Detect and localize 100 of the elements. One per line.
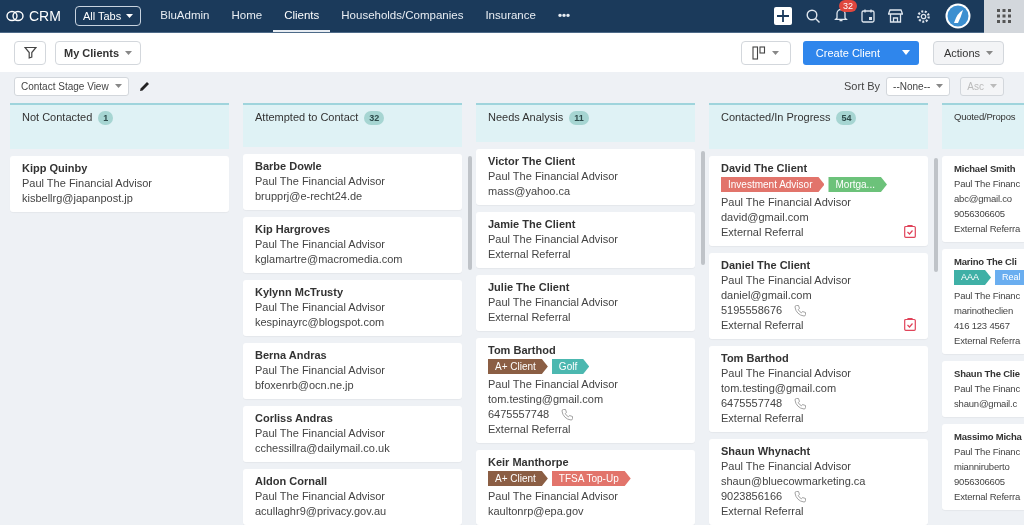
filter-icon xyxy=(23,46,37,59)
card-field: kaultonrp@epa.gov xyxy=(488,504,584,519)
client-card[interactable]: Barbe Dowle Paul The Financial Advisor brupprj@e-recht24.de xyxy=(243,154,462,210)
card-field: Paul The Financial Advisor xyxy=(488,377,619,392)
search-icon[interactable] xyxy=(806,8,821,24)
nav-tab[interactable]: Insurance xyxy=(474,0,547,32)
client-card[interactable]: Michael Smith Paul The Financ abc@gmail.co 9056306605 External Referra xyxy=(942,156,1024,242)
client-card[interactable]: Keir Manthorpe A+ Client TFSA Top-Up Paul The Financial Advisor kaultonrp@epa.gov xyxy=(476,450,695,525)
tag: AAA xyxy=(954,270,991,285)
card-field: Paul The Financial Advisor xyxy=(721,459,852,474)
actions-dropdown[interactable]: Actions xyxy=(932,40,1004,65)
client-name: Kipp Quinby xyxy=(22,161,89,176)
client-card[interactable]: Shaun The Clie Paul The Financ shaun@gmail.c xyxy=(942,361,1024,417)
task-icon[interactable] xyxy=(904,225,916,238)
apps-grid-button[interactable] xyxy=(984,0,1024,33)
scrollbar[interactable] xyxy=(934,158,938,272)
client-name: Berna Andras xyxy=(255,348,328,363)
card-field: mianniruberto xyxy=(954,459,1010,474)
client-card[interactable]: Victor The Client Paul The Financial Advisor mass@yahoo.ca xyxy=(476,149,695,205)
nav-tab[interactable]: Households/Companies xyxy=(330,0,475,32)
more-tabs-button[interactable]: ••• xyxy=(546,0,581,32)
nav-tab[interactable]: Home xyxy=(220,0,274,32)
stage-title: Contacted/In Progress xyxy=(721,110,831,125)
client-card[interactable]: Daniel The Client Paul The Financial Advisor daniel@gmail.com 5195558676 External Referral xyxy=(709,253,928,339)
card-field: Paul The Financ xyxy=(954,176,1020,191)
caret-icon xyxy=(901,50,910,55)
view-switcher-button[interactable] xyxy=(740,40,791,65)
card-field: External Referral xyxy=(488,422,571,437)
client-card[interactable]: Shaun Whynacht Paul The Financial Advisor shaun@bluecowmarketing.ca 9023856166 External Referral xyxy=(709,439,928,525)
tag: Investment Advisor xyxy=(721,177,825,192)
settings-icon[interactable] xyxy=(916,8,931,24)
sort-field-dropdown[interactable]: --None-- xyxy=(886,76,951,96)
avatar[interactable] xyxy=(945,3,971,29)
card-field: shaun@gmail.c xyxy=(954,396,1018,411)
card-field: Paul The Financial Advisor xyxy=(488,489,619,504)
card-field: External Referra xyxy=(954,333,1020,348)
nav-tab[interactable]: BluAdmin xyxy=(149,0,221,32)
stage-title: Attempted to Contact xyxy=(255,110,359,125)
scrollbar[interactable] xyxy=(701,151,705,265)
card-field: Paul The Financial Advisor xyxy=(721,273,852,288)
card-field: shaun@bluecowmarketing.ca xyxy=(721,474,866,489)
stage-count: 11 xyxy=(569,111,589,125)
sort-by-label: Sort By xyxy=(844,80,881,92)
client-card[interactable]: Kip Hargroves Paul The Financial Advisor kglamartre@macromedia.com xyxy=(243,217,462,273)
app-name: CRM xyxy=(29,8,61,24)
client-name: Kip Hargroves xyxy=(255,222,332,237)
stage-count: 32 xyxy=(364,111,385,125)
stage-count: 1 xyxy=(98,111,114,125)
client-card[interactable]: Berna Andras Paul The Financial Advisor bfoxenrb@ocn.ne.jp xyxy=(243,343,462,399)
stage-view-dropdown[interactable]: Contact Stage View xyxy=(14,76,129,96)
client-name: Aldon Cornall xyxy=(255,474,329,489)
my-clients-dropdown[interactable]: My Clients xyxy=(55,40,141,65)
card-field: 5195558676 xyxy=(721,303,783,318)
caret-icon xyxy=(114,84,122,88)
tag: TFSA Top-Up xyxy=(551,471,631,486)
stage-count: 54 xyxy=(836,111,857,125)
client-card[interactable]: Kylynn McTrusty Paul The Financial Advisor kespinayrc@blogspot.com xyxy=(243,280,462,336)
client-card[interactable]: Kipp Quinby Paul The Financial Advisor kisbellrg@japanpost.jp xyxy=(10,156,229,212)
task-icon[interactable] xyxy=(904,318,916,331)
client-name: Kylynn McTrusty xyxy=(255,285,345,300)
client-name: David The Client xyxy=(721,161,809,176)
card-field: Paul The Financial Advisor xyxy=(255,426,386,441)
client-name: Corliss Andras xyxy=(255,411,334,426)
client-name: Michael Smith xyxy=(954,162,1017,176)
client-card[interactable]: David The Client Investment Advisor Mortga... Paul The Financial Advisor david@gmail.com External Referral xyxy=(709,156,928,246)
card-field: External Referral xyxy=(721,411,804,426)
client-card[interactable]: Corliss Andras Paul The Financial Advisor cchessillra@dailymail.co.uk xyxy=(243,406,462,462)
card-field: tom.testing@gmail.com xyxy=(488,392,604,407)
card-field: tom.testing@gmail.com xyxy=(721,381,837,396)
store-icon[interactable] xyxy=(888,9,903,23)
client-card[interactable]: Aldon Cornall Paul The Financial Advisor acullaghr9@privacy.gov.au xyxy=(243,469,462,525)
stage-title: Quoted/Propos xyxy=(954,110,1016,124)
client-name: Tom Barthod xyxy=(488,343,557,358)
client-card[interactable]: Jamie The Client Paul The Financial Advisor External Referral xyxy=(476,212,695,268)
tag: A+ Client xyxy=(488,471,548,486)
client-card[interactable]: Julie The Client Paul The Financial Advisor External Referral xyxy=(476,275,695,331)
card-field: 6475557748 xyxy=(488,407,550,422)
card-field: External Referral xyxy=(721,504,804,519)
card-field: david@gmail.com xyxy=(721,210,809,225)
tag: A+ Client xyxy=(488,359,548,374)
client-card[interactable]: Massimo Micha Paul The Financ mianniruberto 9056306605 External Referra xyxy=(942,424,1024,510)
edit-icon[interactable] xyxy=(138,80,150,92)
calendar-icon[interactable] xyxy=(861,9,875,23)
scrollbar[interactable] xyxy=(468,156,472,270)
all-tabs-dropdown[interactable]: All Tabs xyxy=(74,6,142,26)
card-field: marinotheclien xyxy=(954,303,1013,318)
client-name: Marino The Cli xyxy=(954,255,1018,269)
client-card[interactable]: Tom Barthod A+ Client Golf Paul The Financial Advisor tom.testing@gmail.com 6475557748 External Referral xyxy=(476,338,695,443)
create-client-button[interactable]: Create Client xyxy=(802,40,919,65)
filter-button[interactable] xyxy=(14,40,46,65)
card-field: abc@gmail.co xyxy=(954,191,1012,206)
card-field: Paul The Financial Advisor xyxy=(255,489,386,504)
caret-icon xyxy=(990,84,997,88)
client-card[interactable]: Marino The Cli AAA Real Paul The Financ marinotheclien 416 123 4567 External Referra xyxy=(942,249,1024,354)
card-field: Paul The Financ xyxy=(954,288,1020,303)
add-button[interactable] xyxy=(774,7,792,25)
card-field: acullaghr9@privacy.gov.au xyxy=(255,504,387,519)
client-card[interactable]: Tom Barthod Paul The Financial Advisor tom.testing@gmail.com 6475557748 External Referral xyxy=(709,346,928,432)
client-name: Massimo Micha xyxy=(954,430,1023,444)
card-field: Paul The Financial Advisor xyxy=(22,176,153,191)
